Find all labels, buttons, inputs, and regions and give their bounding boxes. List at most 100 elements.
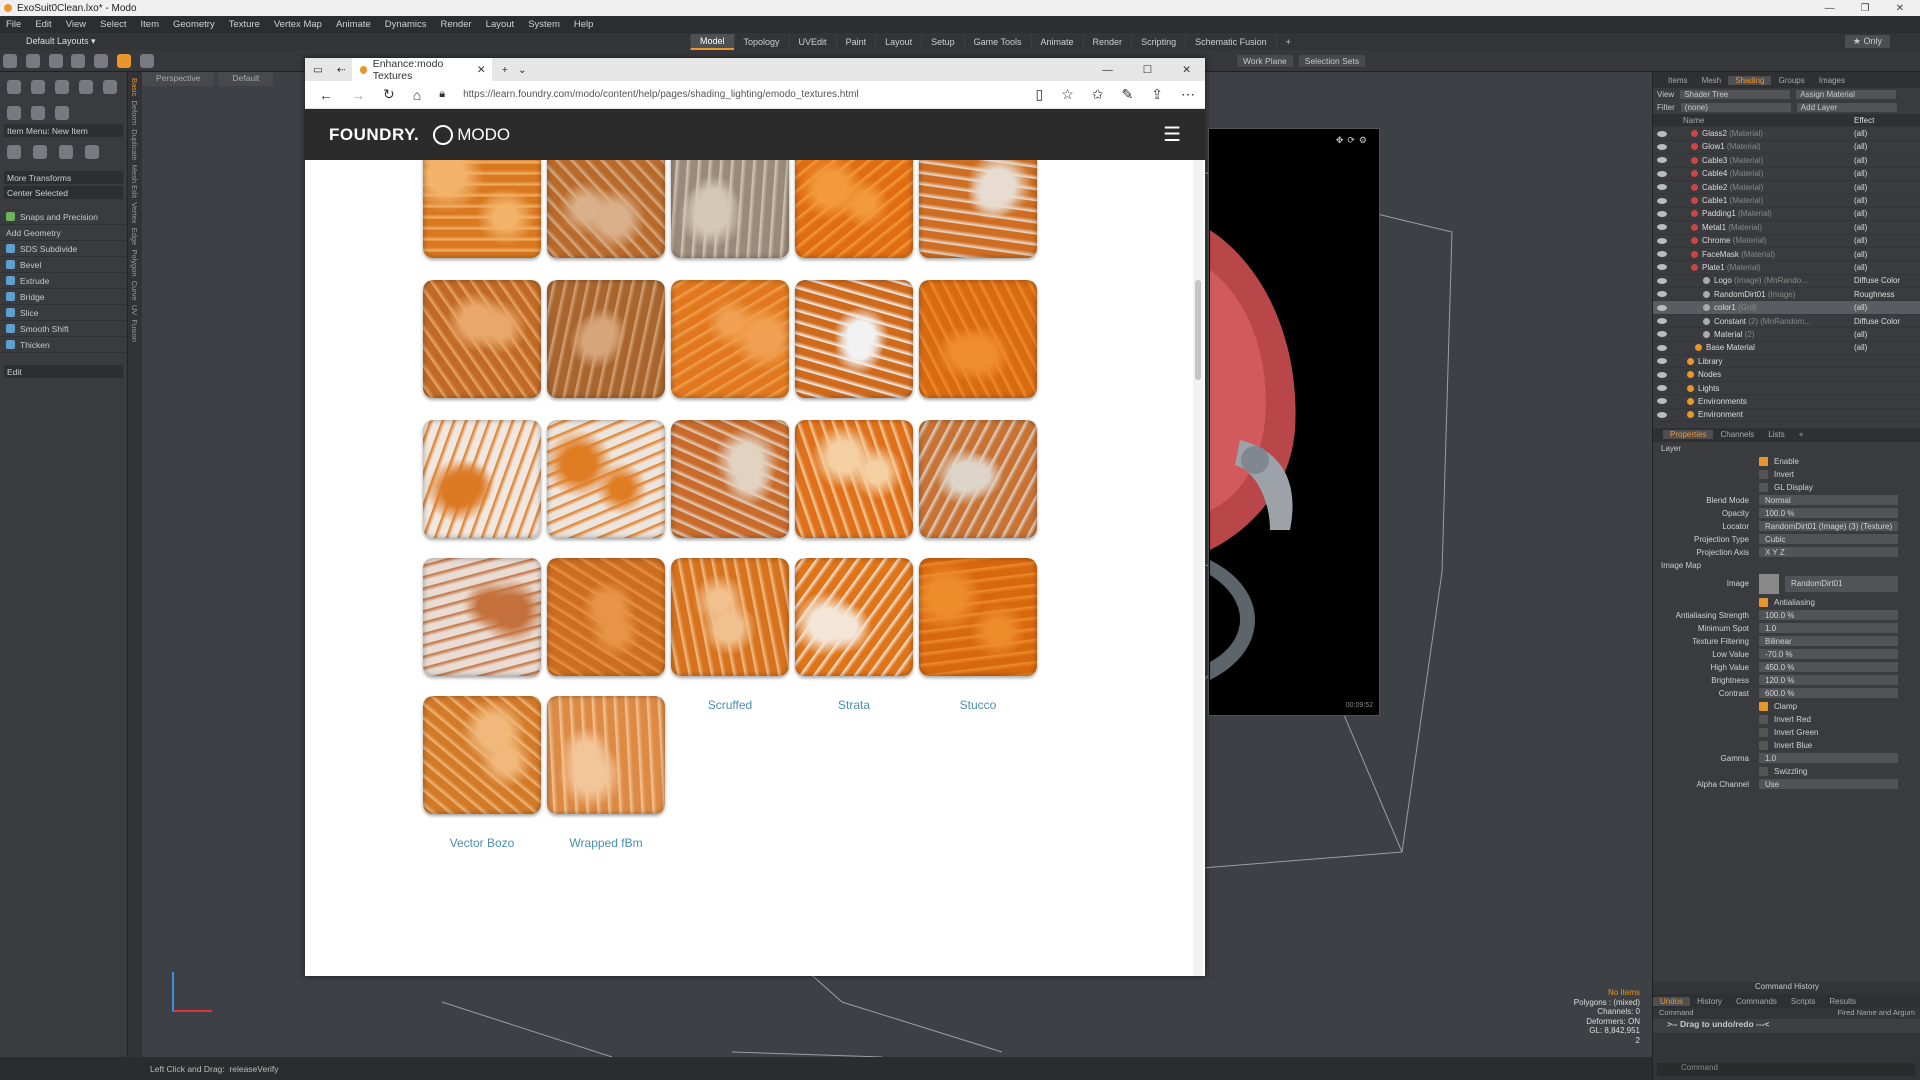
texture-swatch-pebbles[interactable] — [795, 420, 913, 538]
visibility-eye-icon[interactable] — [1657, 184, 1667, 191]
tree-row[interactable]: Material (2) (all) — [1653, 328, 1920, 342]
tab-results[interactable]: Results — [1822, 997, 1863, 1006]
layouts-dropdown[interactable]: Default Layouts ▾ — [0, 36, 690, 47]
property-value[interactable]: -70.0 % — [1759, 649, 1898, 660]
vtab-duplicate[interactable]: Duplicate — [130, 129, 139, 160]
visibility-eye-icon[interactable] — [1657, 251, 1667, 258]
texture-swatch-multi-fractal[interactable] — [671, 420, 789, 538]
assign-material-button[interactable]: Assign Material — [1796, 90, 1897, 99]
tree-row[interactable]: Environment — [1653, 409, 1920, 422]
texture-link[interactable]: Stucco — [916, 698, 1040, 712]
vtab-polygon[interactable]: Polygon — [130, 249, 139, 276]
tree-row[interactable]: Chrome (Material) (all) — [1653, 235, 1920, 248]
tab-mesh[interactable]: Mesh — [1695, 76, 1729, 85]
tab--[interactable]: + — [1792, 430, 1811, 439]
modo-logo[interactable]: MODO — [433, 124, 510, 145]
tab-items[interactable]: Items — [1661, 76, 1695, 85]
checkbox[interactable] — [1759, 727, 1768, 737]
tab-groups[interactable]: Groups — [1771, 76, 1811, 85]
tab-game-tools[interactable]: Game Tools — [963, 34, 1031, 49]
browser-close-icon[interactable]: ✕ — [1182, 64, 1191, 76]
checkbox[interactable] — [1759, 482, 1768, 492]
visibility-eye-icon[interactable] — [1657, 130, 1667, 137]
scale-icon[interactable] — [59, 145, 73, 159]
select-items-icon[interactable] — [71, 54, 86, 68]
vtab-edge[interactable]: Edge — [130, 228, 139, 246]
tab-scripting[interactable]: Scripting — [1131, 34, 1185, 49]
tree-row[interactable]: Cable3 (Material) (all) — [1653, 154, 1920, 168]
tab-dropdown-icon[interactable]: ⌄ — [518, 64, 527, 76]
tab-layout[interactable]: Layout — [875, 34, 921, 49]
rotate-icon[interactable] — [33, 145, 47, 159]
tree-row[interactable]: Plate1 (Material) (all) — [1653, 261, 1920, 275]
back-icon[interactable]: ← — [319, 87, 333, 103]
tool-bevel[interactable]: Bevel — [0, 257, 127, 273]
share-icon[interactable]: ⇪ — [1151, 86, 1163, 103]
maximize-button[interactable]: ❐ — [1861, 3, 1870, 14]
more-transforms-dropdown[interactable]: More Transforms — [4, 171, 123, 184]
texture-swatch-fbm[interactable] — [547, 280, 665, 398]
shading-dropdown[interactable]: Default — [218, 72, 274, 86]
property-value[interactable]: RandomDirt01 (Image) (3) (Texture) — [1759, 521, 1898, 532]
visibility-eye-icon[interactable] — [1657, 237, 1667, 244]
visibility-eye-icon[interactable] — [1657, 210, 1667, 217]
property-value[interactable]: 1.0 — [1759, 753, 1898, 764]
texture-swatch-marble-noise[interactable] — [423, 420, 541, 538]
menu-edit[interactable]: Edit — [35, 19, 51, 30]
property-value[interactable]: Cubic — [1759, 534, 1898, 545]
select-edges-icon[interactable] — [25, 54, 40, 68]
perspective-dropdown[interactable]: Perspective — [142, 72, 215, 86]
filter-dropdown[interactable]: (none) — [1680, 103, 1791, 112]
new-tab-icon[interactable]: + — [492, 64, 518, 76]
visibility-eye-icon[interactable] — [1657, 318, 1667, 325]
visibility-eye-icon[interactable] — [1657, 264, 1667, 271]
tab-back-icon[interactable]: ⇠ — [331, 64, 352, 76]
visibility-eye-icon[interactable] — [1657, 170, 1667, 177]
cube-icon[interactable] — [7, 80, 21, 94]
texture-swatch-wrapped-fbm[interactable] — [547, 696, 665, 814]
visibility-eye-icon[interactable] — [1657, 277, 1667, 284]
texture-link[interactable]: Scruffed — [668, 698, 792, 712]
texture-swatch-flow-bozo[interactable] — [423, 280, 541, 398]
move-icon[interactable] — [7, 145, 21, 159]
tree-row[interactable]: Logo (Image) (MnRando... Diffuse Color — [1653, 275, 1920, 289]
tab-channels[interactable]: Channels — [1713, 430, 1761, 439]
checkbox[interactable] — [1759, 469, 1768, 479]
tab-lists[interactable]: Lists — [1761, 430, 1791, 439]
reading-view-icon[interactable]: ▯ — [1036, 86, 1044, 103]
tool-thicken[interactable]: Thicken — [0, 337, 127, 353]
grid-icon[interactable] — [94, 54, 109, 68]
visibility-eye-icon[interactable] — [1657, 157, 1667, 164]
visibility-eye-icon[interactable] — [1657, 398, 1667, 405]
tab-properties[interactable]: Properties — [1663, 430, 1714, 440]
menu-texture[interactable]: Texture — [229, 19, 260, 30]
tree-row[interactable]: Nodes — [1653, 368, 1920, 382]
tree-row[interactable]: Lights — [1653, 382, 1920, 396]
menu-item[interactable]: Item — [141, 19, 159, 30]
view-dropdown[interactable]: Shader Tree — [1680, 90, 1791, 99]
tool-bridge[interactable]: Bridge — [0, 289, 127, 305]
undo-drag-row[interactable]: >-- Drag to undo/redo ---< — [1653, 1019, 1920, 1033]
hamburger-menu-icon[interactable]: ☰ — [1163, 122, 1181, 147]
tool-slice[interactable]: Slice — [0, 305, 127, 321]
only-toggle[interactable]: ★ Only — [1844, 35, 1890, 48]
texture-swatch-strata[interactable] — [795, 558, 913, 676]
tab-close-icon[interactable]: ✕ — [477, 64, 492, 76]
vtab-fusion[interactable]: Fusion — [130, 319, 139, 342]
tree-row[interactable]: Constant (2) (MnRandom... Diffuse Color — [1653, 315, 1920, 329]
pen-icon[interactable] — [7, 106, 21, 120]
texture-swatch-scar[interactable] — [547, 558, 665, 676]
image-dropdown[interactable]: RandomDirt01 — [1785, 575, 1898, 592]
add-tab-button[interactable]: + — [1275, 34, 1300, 49]
browser-tab[interactable]: Enhance:modo Textures ✕ — [351, 58, 492, 82]
tab-history[interactable]: History — [1690, 997, 1729, 1006]
page-scrollbar[interactable] — [1193, 160, 1203, 976]
snaps-precision-button[interactable]: Snaps and Precision — [0, 209, 127, 225]
selection-sets-button[interactable]: Selection Sets — [1298, 55, 1366, 67]
tab-paint[interactable]: Paint — [835, 34, 876, 49]
add-geometry-button[interactable]: Add Geometry — [0, 225, 127, 241]
property-value[interactable]: 600.0 % — [1759, 688, 1898, 699]
cylinder-icon[interactable] — [55, 80, 69, 94]
more-icon[interactable]: ⋯ — [1181, 86, 1205, 103]
property-value[interactable]: 100.0 % — [1759, 508, 1898, 519]
